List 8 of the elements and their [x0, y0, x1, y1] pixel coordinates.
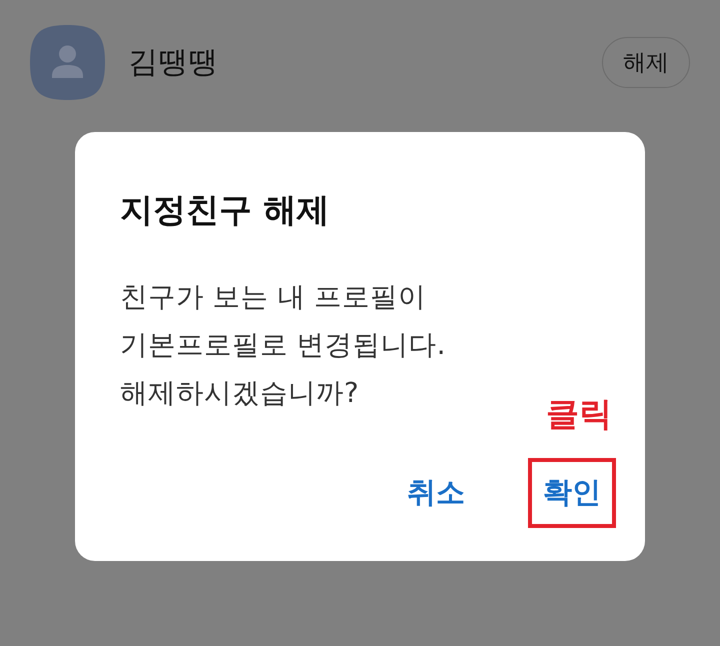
- dialog-message: 친구가 보는 내 프로필이 기본프로필로 변경됩니다. 해제하시겠습니까?: [120, 280, 446, 411]
- unlink-button[interactable]: 해제: [602, 37, 690, 88]
- dialog-title: 지정친구 해제: [120, 190, 330, 230]
- click-annotation: 클릭: [546, 395, 612, 433]
- contact-name: 김땡땡: [128, 44, 218, 82]
- avatar-icon: [30, 25, 105, 100]
- cancel-button[interactable]: 취소: [392, 458, 480, 528]
- confirm-button[interactable]: 확인: [528, 458, 616, 528]
